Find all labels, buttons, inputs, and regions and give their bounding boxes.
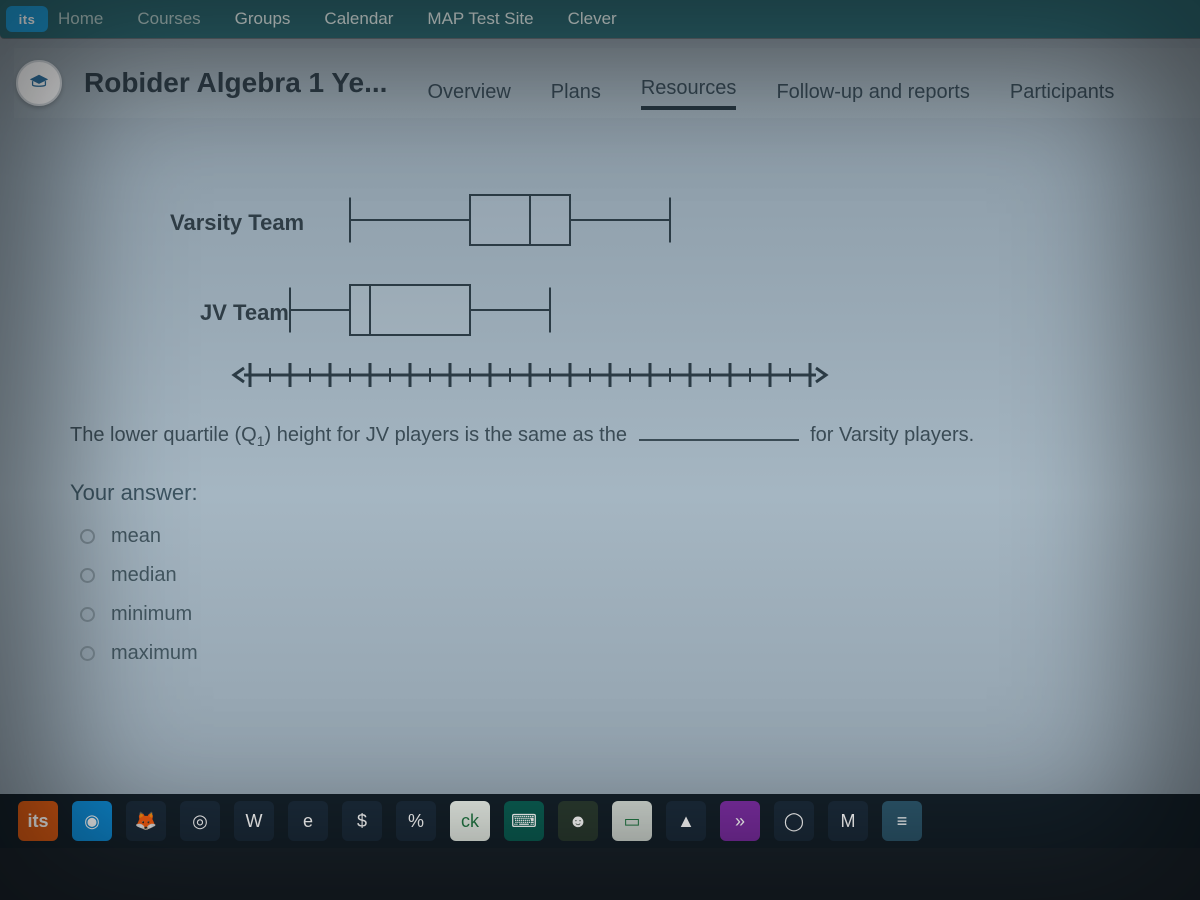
windows-taskbar: its ◉ 🦊 ◎ We $% ck ⌨ ☻ ▭ ▲ » ◯ M ≡	[0, 794, 1200, 848]
tab-plans[interactable]: Plans	[551, 81, 601, 110]
option-maximum[interactable]: maximum	[80, 642, 198, 665]
radio-icon	[80, 529, 95, 544]
answer-options: mean median minimum maximum	[80, 525, 198, 665]
series-label-varsity: Varsity Team	[170, 210, 304, 236]
tab-overview[interactable]: Overview	[427, 81, 510, 110]
nav-maptest[interactable]: MAP Test Site	[427, 9, 533, 29]
option-mean[interactable]: mean	[80, 525, 198, 548]
start-button[interactable]: its	[18, 801, 58, 841]
taskbar-drive-icon[interactable]: ▲	[666, 801, 706, 841]
tab-followup[interactable]: Follow-up and reports	[776, 81, 969, 110]
taskbar-ck12-icon[interactable]: ck	[450, 801, 490, 841]
course-tabs: Overview Plans Resources Follow-up and r…	[427, 57, 1114, 110]
option-label: mean	[111, 525, 161, 548]
taskbar-contacts-icon[interactable]: ☻	[558, 801, 598, 841]
question-subscript: 1	[257, 433, 265, 449]
taskbar-word-icon[interactable]: W	[234, 801, 274, 841]
lms-logo[interactable]: its	[6, 6, 48, 32]
option-label: median	[111, 564, 177, 587]
question-part-after: for Varsity players.	[810, 424, 974, 446]
taskbar-calc-icon[interactable]: ▭	[612, 801, 652, 841]
question-text: The lower quartile (Q1) height for JV pl…	[70, 420, 1160, 452]
taskbar-note-icon[interactable]: »	[720, 801, 760, 841]
course-icon	[16, 60, 62, 106]
top-nav: its Home Courses Groups Calendar MAP Tes…	[0, 0, 1200, 38]
nav-courses[interactable]: Courses	[137, 9, 200, 29]
tab-participants[interactable]: Participants	[1010, 81, 1115, 110]
option-label: maximum	[111, 642, 198, 665]
answer-heading: Your answer:	[70, 480, 198, 506]
nav-groups[interactable]: Groups	[235, 9, 291, 29]
tab-resources[interactable]: Resources	[641, 77, 737, 110]
desk-band	[0, 848, 1200, 900]
question-content: Varsity Team JV Team The lower quartile …	[70, 130, 1160, 770]
nav-clever[interactable]: Clever	[568, 9, 617, 29]
option-minimum[interactable]: minimum	[80, 603, 198, 626]
question-part-before: The lower quartile (Q	[70, 424, 257, 446]
course-title: Robider Algebra 1 Ye...	[84, 67, 387, 99]
radio-icon	[80, 646, 95, 661]
taskbar-browser-icon[interactable]: ◯	[774, 801, 814, 841]
taskbar-camera-icon[interactable]: ◉	[72, 801, 112, 841]
taskbar-edge-icon[interactable]: e	[288, 801, 328, 841]
taskbar-docs-icon[interactable]: ≡	[882, 801, 922, 841]
radio-icon	[80, 568, 95, 583]
taskbar-firefox-icon[interactable]: 🦊	[126, 801, 166, 841]
nav-home[interactable]: Home	[58, 9, 103, 29]
taskbar-money-icon[interactable]: $	[342, 801, 382, 841]
nav-calendar[interactable]: Calendar	[324, 9, 393, 29]
radio-icon	[80, 607, 95, 622]
taskbar-typing-icon[interactable]: ⌨	[504, 801, 544, 841]
course-header: Robider Algebra 1 Ye... Overview Plans R…	[14, 48, 1200, 118]
option-median[interactable]: median	[80, 564, 198, 587]
graduation-cap-icon	[28, 72, 50, 94]
taskbar-chrome-icon[interactable]: ◎	[180, 801, 220, 841]
option-label: minimum	[111, 603, 192, 626]
taskbar-gmail-icon[interactable]: M	[828, 801, 868, 841]
taskbar-percent-icon[interactable]: %	[396, 801, 436, 841]
question-part-mid: ) height for JV players is the same as t…	[265, 424, 627, 446]
fill-in-blank	[639, 421, 799, 441]
series-label-jv: JV Team	[200, 300, 289, 326]
boxplot-figure: Varsity Team JV Team	[110, 160, 830, 420]
boxplot-svg	[110, 160, 830, 420]
